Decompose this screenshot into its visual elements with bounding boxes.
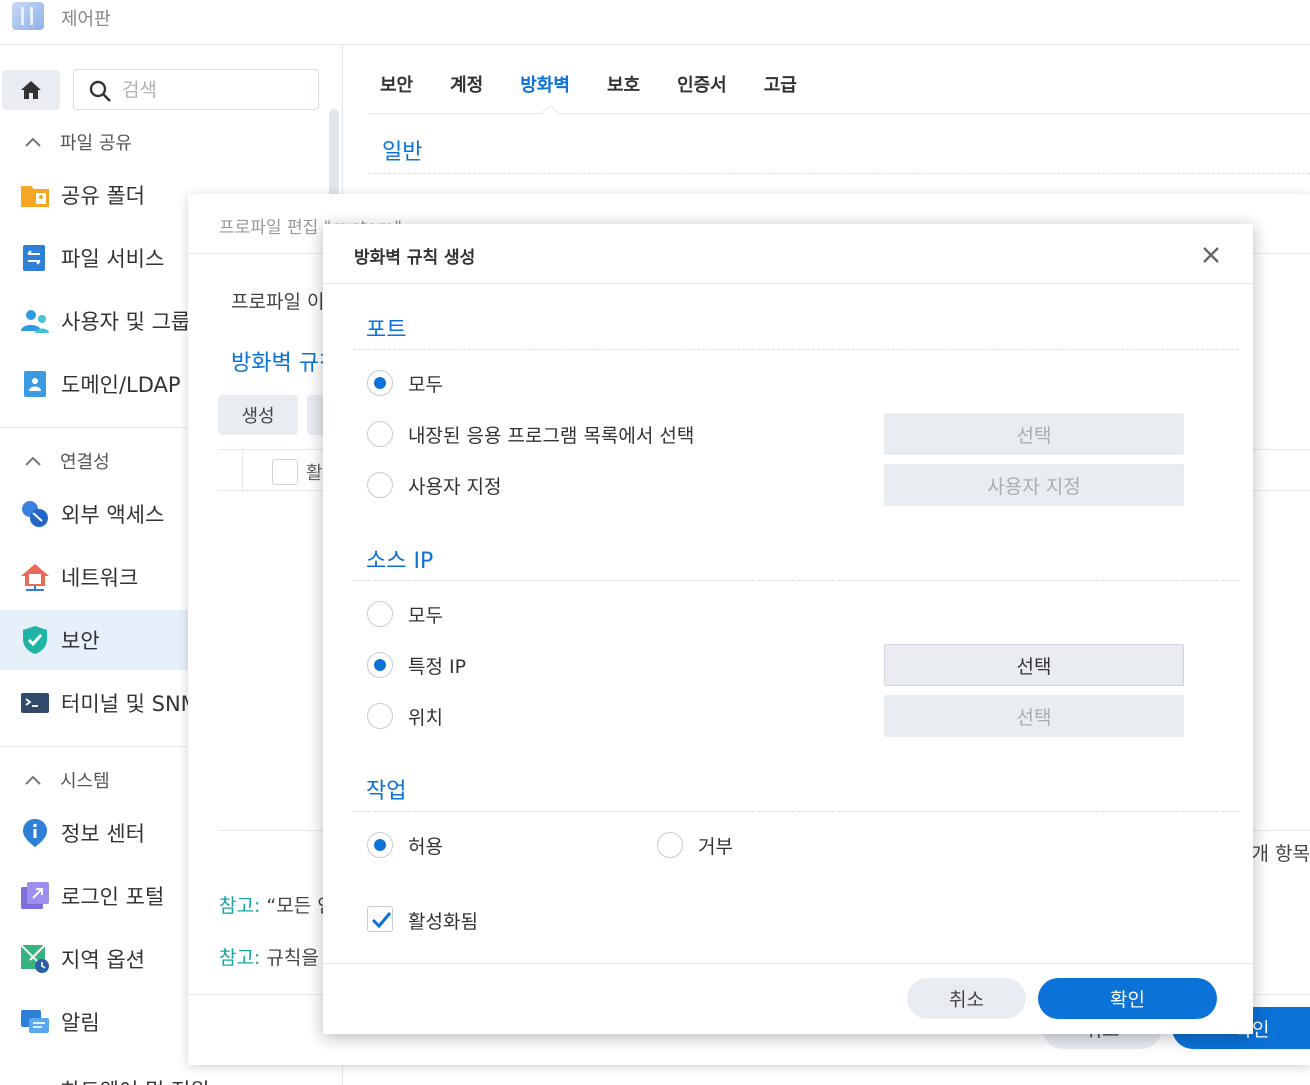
create-rule-button[interactable]: 생성 (218, 395, 298, 435)
tab-advanced[interactable]: 고급 (764, 71, 797, 97)
tab-security[interactable]: 보안 (380, 71, 413, 97)
source-specific-ip-radio[interactable] (367, 652, 393, 678)
enabled-checkbox[interactable] (367, 906, 393, 932)
source-specific-ip-select-button[interactable]: 선택 (884, 644, 1184, 686)
ports-all-radio[interactable] (367, 370, 393, 396)
tab-bar: 보안 계정 방화벽 보호 인증서 고급 (380, 71, 834, 97)
select-all-checkbox[interactable] (272, 459, 298, 485)
search-box[interactable] (73, 69, 319, 110)
search-icon (89, 80, 111, 102)
ports-all-label: 모두 (408, 374, 443, 396)
app-title: 제어판 (61, 9, 111, 30)
ports-builtin-radio[interactable] (367, 421, 393, 447)
section-divider (368, 173, 1310, 174)
terminal-icon (21, 693, 49, 713)
section-file-sharing[interactable]: 파일 공유 (24, 129, 132, 155)
section-divider (353, 811, 1239, 812)
ports-custom-radio[interactable] (367, 472, 393, 498)
ok-button[interactable]: 확인 (1038, 978, 1217, 1019)
dialog-title-divider (323, 283, 1253, 284)
ports-builtin-select-button[interactable]: 선택 (884, 413, 1184, 455)
source-specific-ip-label: 특정 IP (408, 656, 467, 678)
tab-account[interactable]: 계정 (450, 71, 483, 97)
checkmark-icon (371, 912, 392, 929)
source-all-label: 모두 (408, 605, 443, 627)
section-title-general: 일반 (382, 140, 423, 165)
action-allow-label: 허용 (408, 836, 443, 858)
login-portal-icon (21, 882, 49, 909)
window-titlebar: 제어판 (0, 0, 1310, 45)
search-input[interactable] (122, 77, 302, 103)
ports-builtin-label: 내장된 응용 프로그램 목록에서 선택 (408, 425, 695, 447)
section-system[interactable]: 시스템 (24, 767, 110, 793)
source-ip-section-title: 소스 IP (366, 549, 434, 574)
file-services-icon (23, 245, 45, 271)
network-icon (21, 564, 49, 591)
tab-certificate[interactable]: 인증서 (677, 71, 727, 97)
note-rules: 참고: 규칙을 (219, 947, 319, 969)
domain-ldap-icon (24, 371, 46, 397)
tab-firewall[interactable]: 방화벽 (520, 71, 570, 97)
security-shield-icon (23, 626, 47, 654)
info-center-icon (23, 819, 47, 847)
column-divider (242, 450, 243, 492)
create-firewall-rule-dialog: 방화벽 규칙 생성 포트 모두 내장된 응용 프로그램 목록에서 선택 선택 사… (323, 224, 1253, 1034)
control-panel-icon (12, 2, 44, 30)
action-deny-label: 거부 (698, 836, 733, 858)
regional-options-icon (20, 944, 49, 973)
source-location-radio[interactable] (367, 703, 393, 729)
chevron-up-icon (25, 775, 41, 785)
section-divider (353, 349, 1239, 350)
close-icon[interactable] (1199, 243, 1223, 267)
chevron-up-icon (25, 137, 41, 147)
section-connectivity[interactable]: 연결성 (24, 448, 110, 474)
ports-custom-button[interactable]: 사용자 지정 (884, 464, 1184, 506)
active-tab-indicator (541, 104, 559, 122)
home-button[interactable] (2, 70, 60, 110)
source-location-label: 위치 (408, 707, 443, 729)
enabled-label: 활성화됨 (408, 911, 478, 933)
source-location-select-button[interactable]: 선택 (884, 695, 1184, 737)
tab-protection[interactable]: 보호 (607, 71, 640, 97)
ports-custom-label: 사용자 지정 (408, 476, 502, 498)
tabs-divider (368, 113, 1310, 114)
user-group-icon (21, 310, 49, 333)
action-section-title: 작업 (366, 779, 407, 804)
shared-folder-icon (21, 186, 49, 207)
home-icon (21, 81, 41, 99)
source-all-radio[interactable] (367, 601, 393, 627)
ports-section-title: 포트 (366, 318, 407, 343)
chevron-up-icon (25, 456, 41, 466)
action-deny-radio[interactable] (657, 832, 683, 858)
dialog-footer-divider (323, 963, 1253, 964)
cancel-button[interactable]: 취소 (907, 978, 1026, 1019)
dialog-title: 방화벽 규칙 생성 (354, 248, 476, 268)
notification-icon (21, 1010, 49, 1033)
section-divider (353, 580, 1239, 581)
action-allow-radio[interactable] (367, 832, 393, 858)
external-access-icon (22, 501, 48, 527)
